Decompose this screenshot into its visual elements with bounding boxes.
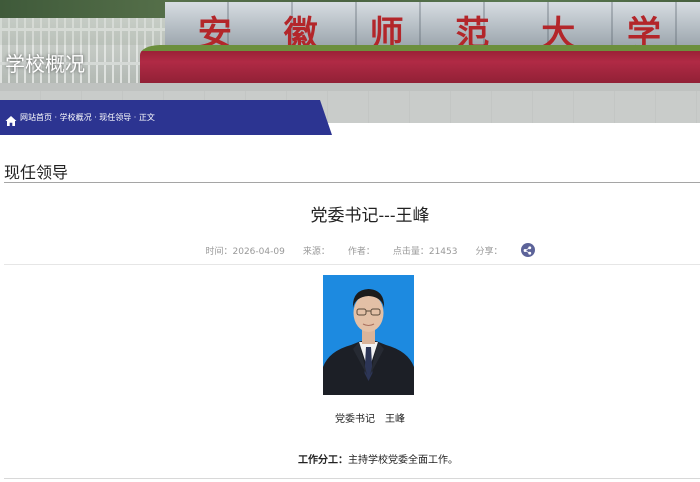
meta-share-label: 分享：: [475, 246, 503, 257]
section-title: 现任领导: [4, 165, 69, 182]
breadcrumb: 网站首页 · 学校概况 · 现任领导 · 正文: [0, 100, 332, 135]
duty-label: 工作分工：: [298, 455, 348, 466]
duty-text: 主持学校党委全面工作。: [348, 455, 458, 466]
photo-caption: 党委书记 王峰: [335, 414, 405, 425]
portrait-photo: [323, 275, 414, 395]
article-title: 党委书记---王峰: [310, 206, 430, 225]
meta-views-value: 21453: [428, 246, 458, 257]
banner-stone-sign: 安 徽 师 范 大 学: [165, 2, 700, 54]
meta-time-label: 时间：: [205, 246, 233, 257]
share-icon[interactable]: [520, 243, 535, 257]
banner-title: 学校概况: [5, 54, 85, 76]
meta-author-label: 作者：: [347, 246, 375, 257]
meta-source-label: 来源：: [302, 246, 330, 257]
home-icon[interactable]: [5, 112, 17, 126]
article-meta: 时间：2026-04-09 来源： 作者： 点击量：21453 分享：: [0, 243, 700, 257]
meta-time-value: 2026-04-09: [232, 246, 285, 257]
meta-divider: [4, 264, 700, 265]
meta-views: 点击量：21453: [393, 244, 458, 257]
meta-time: 时间：2026-04-09: [205, 244, 284, 257]
duty-line: 工作分工：主持学校党委全面工作。: [0, 451, 700, 466]
banner-curb: [0, 83, 700, 91]
banner-hedge: [140, 45, 700, 87]
breadcrumb-text[interactable]: 网站首页 · 学校概况 · 现任领导 · 正文: [20, 112, 155, 123]
bottom-divider: [4, 478, 700, 479]
meta-views-label: 点击量：: [392, 246, 429, 257]
section-divider: [4, 182, 700, 183]
